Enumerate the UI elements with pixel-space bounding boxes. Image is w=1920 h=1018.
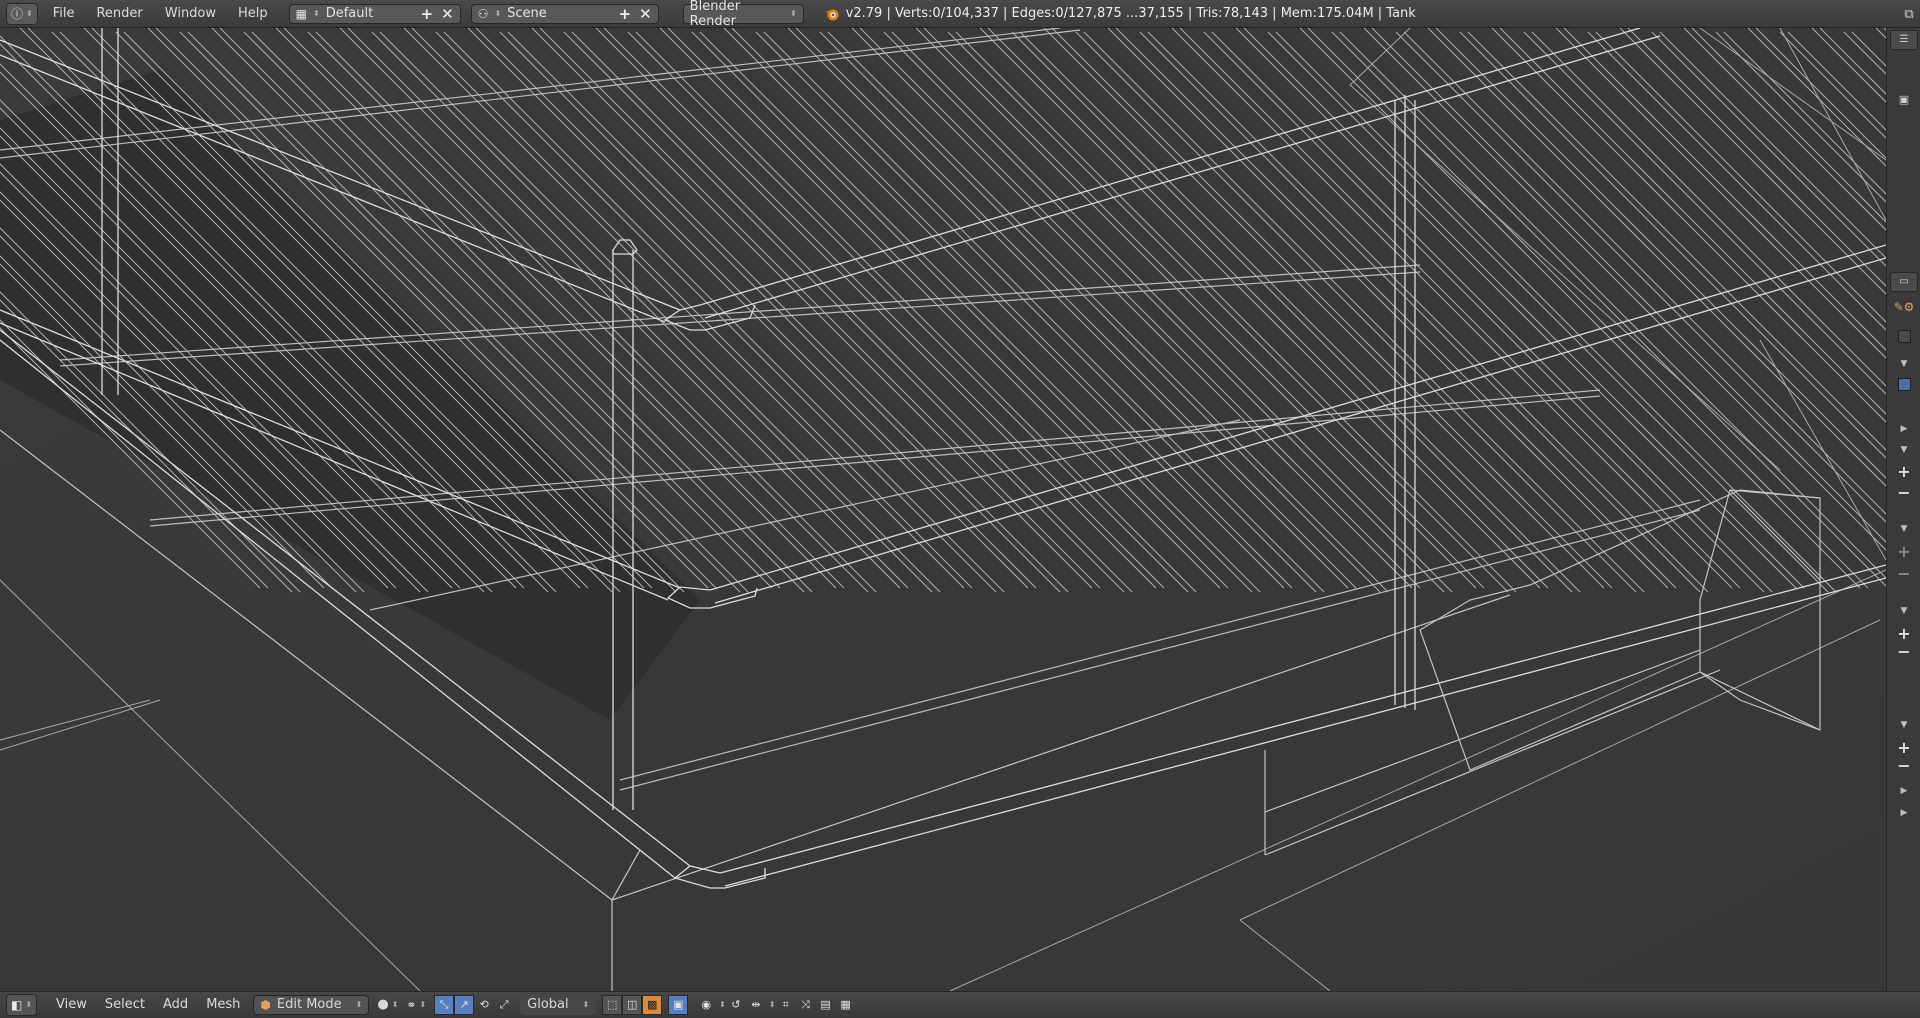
- area-split-icon[interactable]: ⧉: [1898, 0, 1920, 28]
- mode-label: Edit Mode: [276, 997, 342, 1012]
- chevron-updown-icon: ⬍: [313, 9, 320, 18]
- transform-orientation-selector[interactable]: Global ⬍: [520, 994, 597, 1015]
- opengl-render-icon[interactable]: ▦: [836, 995, 856, 1015]
- chevron-updown-icon: ⬍: [494, 9, 502, 18]
- viewport-shading-selector[interactable]: ● ⬍: [377, 995, 398, 1015]
- screen-layout-name[interactable]: Default: [326, 6, 413, 21]
- scene-icon: ⚇: [477, 6, 489, 21]
- remove-icon[interactable]: −: [1887, 483, 1920, 502]
- collapse-arrow-icon[interactable]: ▶: [1887, 420, 1920, 434]
- add-screen-icon[interactable]: +: [421, 5, 434, 23]
- snap-element-icon[interactable]: ⤨: [796, 995, 816, 1015]
- face-select-icon[interactable]: ▩: [642, 994, 663, 1015]
- chevron-updown-icon: ⬍: [391, 1000, 399, 1009]
- orientation-label: Global: [527, 997, 569, 1012]
- 3d-view-icon: ◧: [11, 997, 23, 1012]
- scene-name[interactable]: Scene: [507, 6, 610, 21]
- render-engine-name: Blender Render: [689, 0, 741, 29]
- pivot-point-selector[interactable]: ⚭ ⬍: [406, 995, 426, 1015]
- 3d-viewport[interactable]: [0, 28, 1886, 991]
- object-tab-icon[interactable]: ▭: [1887, 272, 1920, 292]
- menu-select[interactable]: Select: [96, 992, 154, 1018]
- scene-statistics: v2.79 | Verts:0/104,337 | Edges:0/127,87…: [845, 6, 1416, 21]
- snap-target-icon[interactable]: ⇹: [746, 995, 766, 1015]
- manipulator-buttons: ⤡ ↗ ⟲ ⤢: [434, 994, 514, 1015]
- vertex-select-icon[interactable]: ⬚: [602, 994, 623, 1015]
- chevron-updown-icon: ⬍: [355, 1000, 363, 1009]
- remove-icon[interactable]: −: [1887, 564, 1920, 583]
- interaction-mode-selector[interactable]: ⬢ Edit Mode ⬍: [253, 994, 370, 1015]
- editor-type-selector[interactable]: ◧ ⬍: [6, 993, 38, 1016]
- proportional-editing: ◉ ⬍ ↺ ⇹ ⬍ ⌗ ⤨ ▤ ▦: [696, 995, 855, 1015]
- shading-solid-icon: ●: [377, 997, 389, 1012]
- snap-icon[interactable]: ⌗: [776, 995, 796, 1015]
- info-icon: ⓘ: [11, 7, 24, 21]
- menu-help[interactable]: Help: [227, 0, 279, 28]
- chevron-updown-icon: ⬍: [582, 1000, 590, 1009]
- delete-screen-icon[interactable]: ✕: [441, 5, 454, 23]
- chevron-updown-icon: ⬍: [719, 1000, 726, 1009]
- add-icon[interactable]: +: [1887, 624, 1920, 643]
- checkbox-checked[interactable]: [1887, 378, 1920, 394]
- main-menu: File Render Window Help: [42, 0, 279, 28]
- expand-arrow-icon[interactable]: ▼: [1887, 441, 1920, 455]
- modifier-wrench-icon[interactable]: ✎⚙: [1887, 300, 1920, 314]
- chevron-updown-icon: ⬍: [26, 9, 33, 18]
- delete-scene-icon[interactable]: ✕: [639, 5, 652, 23]
- layer-buttons: ⬚ ◫ ▩ ▣: [602, 994, 689, 1015]
- layout-grid-icon: ▦: [295, 6, 308, 21]
- menu-view[interactable]: View: [47, 992, 96, 1018]
- menu-render[interactable]: Render: [85, 0, 153, 28]
- falloff-icon[interactable]: ↺: [726, 995, 746, 1015]
- edge-select-icon[interactable]: ◫: [622, 994, 643, 1015]
- tool-shelf-strip: ☰ ▣ ▭ ✎⚙ ▼ ▶ ▼ + − ▼ + − ▼ + − ▼ + − ▶ ▶: [1886, 28, 1920, 991]
- wireframe-mesh: [0, 28, 1886, 991]
- remove-icon[interactable]: −: [1887, 756, 1920, 775]
- expand-arrow-icon[interactable]: ▼: [1887, 716, 1920, 730]
- menu-mesh[interactable]: Mesh: [197, 992, 249, 1018]
- collapse-arrow-icon[interactable]: ▶: [1887, 782, 1920, 796]
- info-header: ⓘ ⬍ File Render Window Help ▦ ⬍ Default …: [0, 0, 1920, 29]
- remove-icon[interactable]: −: [1887, 642, 1920, 661]
- menu-add[interactable]: Add: [154, 992, 197, 1018]
- chevron-updown-icon: ⬍: [789, 9, 797, 18]
- proportional-edit-icon[interactable]: ◉: [696, 995, 716, 1015]
- collapse-arrow-icon[interactable]: ▶: [1887, 804, 1920, 818]
- chevron-updown-icon: ⬍: [419, 1000, 427, 1009]
- properties-tab-icon[interactable]: ☰: [1887, 30, 1920, 50]
- pivot-icon: ⚭: [406, 997, 417, 1012]
- translate-manipulator-icon[interactable]: ↗: [454, 994, 475, 1015]
- blender-logo-icon: [824, 6, 840, 22]
- expand-arrow-icon[interactable]: ▼: [1887, 520, 1920, 534]
- render-engine-selector[interactable]: Blender Render ⬍: [682, 0, 804, 29]
- menu-file[interactable]: File: [42, 0, 86, 28]
- scene-selector[interactable]: ⚇ ⬍ Scene + ✕: [470, 3, 659, 24]
- add-icon[interactable]: +: [1887, 738, 1920, 757]
- expand-arrow-icon[interactable]: ▼: [1887, 602, 1920, 616]
- edit-mode-icon: ⬢: [260, 997, 271, 1012]
- render-preview-icon[interactable]: ▤: [816, 995, 836, 1015]
- checkbox-empty[interactable]: [1887, 330, 1920, 346]
- scale-manipulator-icon[interactable]: ⤢: [494, 995, 514, 1015]
- add-scene-icon[interactable]: +: [619, 5, 632, 23]
- manipulator-toggle-icon[interactable]: ⤡: [434, 994, 455, 1015]
- limit-selection-icon[interactable]: ▣: [668, 994, 689, 1015]
- chevron-updown-icon: ⬍: [768, 1000, 776, 1009]
- menu-window[interactable]: Window: [154, 0, 227, 28]
- 3d-view-header: ◧ ⬍ View Select Add Mesh ⬢ Edit Mode ⬍ ●…: [0, 991, 1920, 1017]
- screen-layout-selector[interactable]: ▦ ⬍ Default + ✕: [288, 3, 461, 24]
- add-icon[interactable]: +: [1887, 462, 1920, 481]
- expand-arrow-icon[interactable]: ▼: [1887, 355, 1920, 369]
- chevron-updown-icon: ⬍: [25, 1000, 33, 1009]
- editor-type-selector[interactable]: ⓘ ⬍: [6, 2, 38, 25]
- rotate-manipulator-icon[interactable]: ⟲: [474, 995, 494, 1015]
- render-tab-icon[interactable]: ▣: [1887, 92, 1920, 106]
- add-icon[interactable]: +: [1887, 542, 1920, 561]
